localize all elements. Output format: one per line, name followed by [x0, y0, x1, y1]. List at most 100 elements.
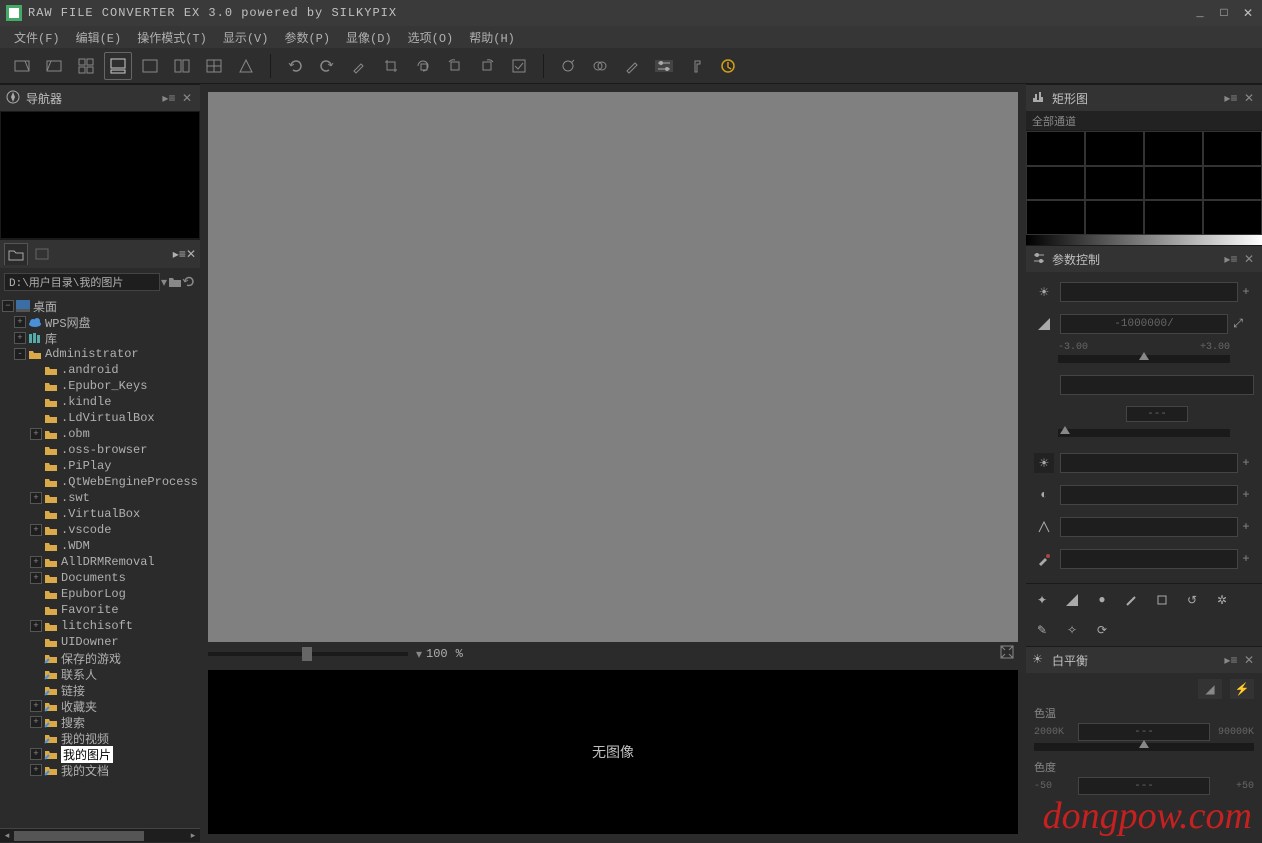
tree-item[interactable]: +.oss-browser [0, 442, 200, 458]
tree-item[interactable]: +保存的游戏 [0, 650, 200, 666]
wb-slider[interactable] [1058, 429, 1230, 437]
zoom-slider[interactable] [208, 652, 408, 656]
menu-item[interactable]: 显示(V) [215, 27, 277, 48]
mode-preview-icon[interactable] [40, 52, 68, 80]
sharpness-select[interactable] [1060, 517, 1238, 537]
expand-icon[interactable]: + [30, 428, 42, 440]
browse-folder-icon[interactable] [168, 270, 182, 294]
tree-item[interactable]: +.Epubor_Keys [0, 378, 200, 394]
slider-handle[interactable] [1060, 426, 1070, 434]
expand-icon[interactable]: + [14, 332, 26, 344]
tree-item[interactable]: +Favorite [0, 602, 200, 618]
layout-combo-icon[interactable] [104, 52, 132, 80]
hammer-icon[interactable] [682, 52, 710, 80]
add-icon[interactable]: + [1238, 488, 1254, 502]
menu-item[interactable]: 显像(D) [338, 27, 400, 48]
tree-item[interactable]: +WPS网盘 [0, 314, 200, 330]
panel-menu-icon[interactable]: ▸≡ [173, 247, 186, 262]
exposure-slider[interactable] [1058, 355, 1230, 363]
navigator-preview[interactable] [0, 111, 200, 239]
slider-handle[interactable] [1139, 740, 1149, 748]
scroll-right-icon[interactable]: ▸ [186, 829, 200, 843]
brightness-select[interactable] [1060, 453, 1238, 473]
rotate-right-icon[interactable] [473, 52, 501, 80]
add-icon[interactable]: + [1238, 552, 1254, 566]
tree-item[interactable]: +.PiPlay [0, 458, 200, 474]
checkmark-icon[interactable] [505, 52, 533, 80]
tree-item[interactable]: +.swt [0, 490, 200, 506]
store-icon[interactable] [714, 52, 742, 80]
tree-item[interactable]: +EpuborLog [0, 586, 200, 602]
folder-tree[interactable]: − 桌面 +WPS网盘+库-Administrator+.android+.Ep… [0, 296, 200, 828]
menu-item[interactable]: 参数(P) [276, 27, 338, 48]
tree-item[interactable]: +库 [0, 330, 200, 346]
add-icon[interactable]: + [1238, 456, 1254, 470]
spot-icon[interactable]: ✧ [1062, 620, 1082, 640]
warning-icon[interactable] [232, 52, 260, 80]
slider-handle[interactable] [1139, 352, 1149, 360]
expand-icon[interactable]: + [30, 492, 42, 504]
lens-icon[interactable]: ● [1092, 590, 1112, 610]
tree-item[interactable]: -Administrator [0, 346, 200, 362]
collection-tab-icon[interactable] [30, 243, 54, 265]
folder-tab-icon[interactable] [4, 243, 28, 265]
expand-icon[interactable]: + [30, 700, 42, 712]
tree-item[interactable]: +Documents [0, 570, 200, 586]
temp-slider[interactable] [1034, 743, 1254, 751]
expand-icon[interactable]: + [14, 316, 26, 328]
reset-icon[interactable]: ↺ [1182, 590, 1202, 610]
highlight-icon[interactable]: ✦ [1032, 590, 1052, 610]
panel-close-icon[interactable]: ✕ [1242, 252, 1256, 266]
menu-item[interactable]: 编辑(E) [68, 27, 130, 48]
expand-icon[interactable]: + [30, 764, 42, 776]
redo-icon[interactable] [313, 52, 341, 80]
tree-item[interactable]: +我的视频 [0, 730, 200, 746]
tree-item[interactable]: +.vscode [0, 522, 200, 538]
tree-item[interactable]: +.WDM [0, 538, 200, 554]
panel-close-icon[interactable]: ✕ [1242, 91, 1256, 105]
path-input[interactable] [4, 273, 160, 291]
slider-icon[interactable] [650, 52, 678, 80]
expand-icon[interactable]: ⤢ [1228, 314, 1248, 334]
layout-quad-icon[interactable] [200, 52, 228, 80]
gear-icon[interactable]: ✲ [1212, 590, 1232, 610]
add-preset-icon[interactable]: + [1238, 285, 1254, 299]
tree-item[interactable]: +.obm [0, 426, 200, 442]
menu-item[interactable]: 选项(O) [400, 27, 462, 48]
temp-value[interactable]: --- [1078, 723, 1210, 741]
menu-item[interactable]: 操作模式(T) [129, 27, 215, 48]
panel-menu-icon[interactable]: ▸≡ [162, 91, 176, 105]
fit-screen-icon[interactable] [1000, 645, 1018, 663]
exposure-value[interactable]: -1000000/ [1060, 314, 1228, 334]
undo-icon[interactable] [281, 52, 309, 80]
batch-icon[interactable] [586, 52, 614, 80]
zoom-slider-handle[interactable] [302, 647, 312, 661]
scroll-thumb[interactable] [14, 831, 144, 841]
chevron-down-icon[interactable]: ▾ [160, 270, 168, 294]
panel-menu-icon[interactable]: ▸≡ [1224, 252, 1238, 266]
collapse-icon[interactable]: - [14, 348, 26, 360]
wb-preset-select[interactable] [1060, 375, 1254, 395]
expand-icon[interactable]: + [30, 556, 42, 568]
scroll-left-icon[interactable]: ◂ [0, 829, 14, 843]
tree-item[interactable]: +搜索 [0, 714, 200, 730]
tree-item[interactable]: +链接 [0, 682, 200, 698]
expand-icon[interactable]: + [30, 748, 42, 760]
layout-split-v-icon[interactable] [168, 52, 196, 80]
maximize-button[interactable]: □ [1216, 5, 1232, 21]
minimize-button[interactable]: _ [1192, 5, 1208, 21]
rotate-left-icon[interactable] [441, 52, 469, 80]
panel-close-icon[interactable]: ✕ [186, 247, 196, 262]
crop-icon[interactable] [377, 52, 405, 80]
panel-close-icon[interactable]: ✕ [1242, 653, 1256, 667]
rotate-icon[interactable] [409, 52, 437, 80]
mode-thumb-icon[interactable] [8, 52, 36, 80]
tree-item[interactable]: +litchisoft [0, 618, 200, 634]
add-icon[interactable]: + [1238, 520, 1254, 534]
expand-icon[interactable]: + [30, 620, 42, 632]
contrast-select[interactable] [1060, 485, 1238, 505]
preview-canvas[interactable] [208, 92, 1018, 642]
tree-item[interactable]: +.kindle [0, 394, 200, 410]
panel-close-icon[interactable]: ✕ [180, 91, 194, 105]
tree-item[interactable]: +收藏夹 [0, 698, 200, 714]
